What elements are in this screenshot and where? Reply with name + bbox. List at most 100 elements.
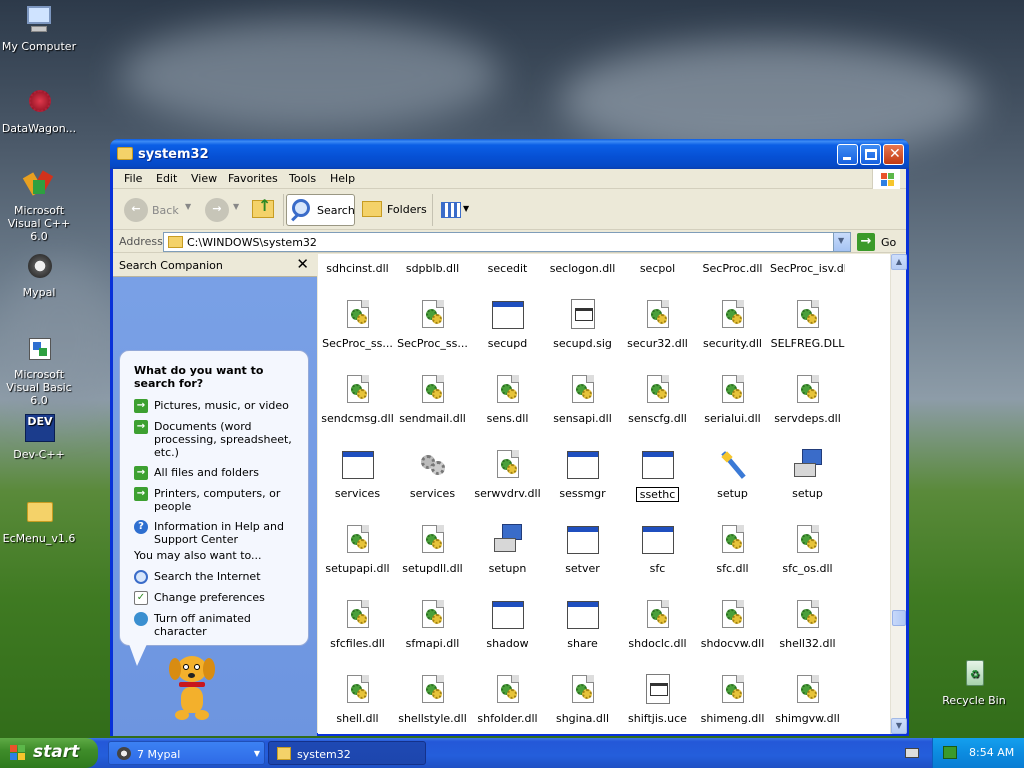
scroll-up-button[interactable]: ▲ bbox=[891, 254, 907, 270]
file-item[interactable]: setup bbox=[770, 449, 845, 500]
minimize-button[interactable] bbox=[837, 144, 858, 165]
search-companion-close-icon[interactable]: ✕ bbox=[296, 255, 309, 273]
menu-file[interactable]: File bbox=[124, 172, 142, 185]
go-button[interactable]: → Go bbox=[857, 233, 901, 251]
file-item[interactable]: sens.dll bbox=[470, 374, 545, 425]
file-item[interactable]: SecProc.dll bbox=[695, 254, 770, 275]
file-item[interactable]: shell32.dll bbox=[770, 599, 845, 650]
taskbar-item-mypal[interactable]: 7 Mypal ▼ bbox=[108, 741, 265, 765]
address-input[interactable]: C:\WINDOWS\system32 ▼ bbox=[163, 232, 851, 252]
file-item[interactable]: serwvdrv.dll bbox=[470, 449, 545, 500]
up-button[interactable]: ↑ bbox=[250, 194, 278, 226]
file-item[interactable]: shiftjis.uce bbox=[620, 674, 695, 725]
file-item[interactable]: sfmapi.dll bbox=[395, 599, 470, 650]
folders-button[interactable]: Folders bbox=[360, 194, 427, 226]
also-search-internet[interactable]: Search the Internet bbox=[134, 570, 306, 584]
desktop-icon-visual-cpp[interactable]: Microsoft Visual C++ 6.0 bbox=[0, 168, 78, 243]
title-bar[interactable]: system32 ✕ bbox=[110, 139, 909, 169]
file-item[interactable]: shdocvw.dll bbox=[695, 599, 770, 650]
file-item[interactable]: secedit bbox=[470, 254, 545, 275]
desktop-icon-my-computer[interactable]: My Computer bbox=[0, 4, 78, 53]
file-item[interactable]: sensapi.dll bbox=[545, 374, 620, 425]
start-button[interactable]: start bbox=[0, 738, 98, 768]
search-option-documents[interactable]: → Documents (word processing, spreadshee… bbox=[134, 420, 306, 459]
address-dropdown-button[interactable]: ▼ bbox=[833, 233, 850, 251]
taskbar-item-system32[interactable]: system32 bbox=[268, 741, 426, 765]
file-item[interactable]: SecProc_ss... bbox=[395, 299, 470, 350]
clock[interactable]: 8:54 AM bbox=[969, 746, 1014, 759]
file-item[interactable]: shimeng.dll bbox=[695, 674, 770, 725]
file-item[interactable]: serialui.dll bbox=[695, 374, 770, 425]
keyboard-icon[interactable] bbox=[905, 748, 919, 758]
file-item[interactable]: senscfg.dll bbox=[620, 374, 695, 425]
file-item[interactable]: ssethc bbox=[620, 449, 695, 505]
back-dropdown-icon[interactable]: ▼ bbox=[185, 202, 191, 211]
back-button[interactable]: ← Back bbox=[122, 194, 182, 226]
file-item[interactable]: secupd bbox=[470, 299, 545, 350]
file-item[interactable]: services bbox=[320, 449, 395, 500]
search-dog-character-icon[interactable] bbox=[163, 652, 223, 726]
file-item[interactable]: sfc.dll bbox=[695, 524, 770, 575]
menu-tools[interactable]: Tools bbox=[289, 172, 316, 185]
forward-dropdown-icon: ▼ bbox=[233, 202, 240, 211]
also-turn-off-character[interactable]: Turn off animated character bbox=[134, 612, 306, 638]
file-item[interactable]: setup bbox=[695, 449, 770, 500]
file-item[interactable]: secur32.dll bbox=[620, 299, 695, 350]
file-item[interactable]: sendcmsg.dll bbox=[320, 374, 395, 425]
desktop-icon-datawagon[interactable]: DataWagon... bbox=[0, 86, 78, 135]
views-button[interactable]: ▼ bbox=[439, 194, 473, 226]
menu-help[interactable]: Help bbox=[330, 172, 355, 185]
file-item[interactable]: shfolder.dll bbox=[470, 674, 545, 725]
vertical-scrollbar[interactable]: ▲ ▼ bbox=[890, 254, 907, 734]
file-item[interactable]: SecProc_isv.dll bbox=[770, 254, 845, 275]
file-item[interactable]: services bbox=[395, 449, 470, 500]
close-button[interactable]: ✕ bbox=[883, 144, 904, 165]
file-item[interactable]: sfc bbox=[620, 524, 695, 575]
file-item[interactable]: sfc_os.dll bbox=[770, 524, 845, 575]
file-item[interactable]: shgina.dll bbox=[545, 674, 620, 725]
also-change-preferences[interactable]: ✓ Change preferences bbox=[134, 591, 306, 605]
desktop-icon-recycle-bin[interactable]: ♻ Recycle Bin bbox=[935, 658, 1013, 707]
search-option-all-files[interactable]: → All files and folders bbox=[134, 466, 306, 480]
scroll-thumb[interactable] bbox=[892, 610, 906, 626]
file-item[interactable]: shadow bbox=[470, 599, 545, 650]
search-option-printers[interactable]: → Printers, computers, or people bbox=[134, 487, 306, 513]
menu-edit[interactable]: Edit bbox=[156, 172, 177, 185]
file-item[interactable]: share bbox=[545, 599, 620, 650]
file-item[interactable]: security.dll bbox=[695, 299, 770, 350]
file-item[interactable]: servdeps.dll bbox=[770, 374, 845, 425]
desktop-icon-mypal[interactable]: Mypal bbox=[0, 250, 78, 299]
desktop-icon-visual-basic[interactable]: Microsoft Visual Basic 6.0 bbox=[0, 332, 78, 407]
menu-view[interactable]: View bbox=[191, 172, 217, 185]
file-item[interactable]: sdhcinst.dll bbox=[320, 254, 395, 275]
forward-button[interactable]: → ▼ bbox=[203, 194, 243, 226]
file-item[interactable]: shell.dll bbox=[320, 674, 395, 725]
file-item[interactable]: shimgvw.dll bbox=[770, 674, 845, 725]
file-item[interactable]: shellstyle.dll bbox=[395, 674, 470, 725]
file-item[interactable]: seclogon.dll bbox=[545, 254, 620, 275]
file-item[interactable]: setver bbox=[545, 524, 620, 575]
search-option-help[interactable]: ? Information in Help and Support Center bbox=[134, 520, 306, 546]
network-icon[interactable] bbox=[943, 746, 957, 759]
mypal-icon bbox=[117, 747, 131, 760]
menu-favorites[interactable]: Favorites bbox=[228, 172, 278, 185]
file-item[interactable]: setupapi.dll bbox=[320, 524, 395, 575]
file-item[interactable]: sendmail.dll bbox=[395, 374, 470, 425]
maximize-button[interactable] bbox=[860, 144, 881, 165]
desktop-icon-ecmenu[interactable]: EcMenu_v1.6 bbox=[0, 496, 78, 545]
file-item[interactable]: shdoclc.dll bbox=[620, 599, 695, 650]
file-item[interactable]: sfcfiles.dll bbox=[320, 599, 395, 650]
file-item[interactable]: secpol bbox=[620, 254, 695, 275]
scroll-down-button[interactable]: ▼ bbox=[891, 718, 907, 734]
file-item[interactable]: SecProc_ss... bbox=[320, 299, 395, 350]
file-item[interactable]: SELFREG.DLL bbox=[770, 299, 845, 350]
search-option-pictures[interactable]: → Pictures, music, or video bbox=[134, 399, 306, 413]
desktop-icon-dev-cpp[interactable]: DEV Dev-C++ bbox=[0, 412, 78, 461]
file-item[interactable]: setupn bbox=[470, 524, 545, 575]
file-name: setupdll.dll bbox=[402, 562, 463, 575]
file-item[interactable]: sessmgr bbox=[545, 449, 620, 500]
file-item[interactable]: setupdll.dll bbox=[395, 524, 470, 575]
file-item[interactable]: sdpblb.dll bbox=[395, 254, 470, 275]
search-button[interactable]: Search bbox=[286, 194, 355, 226]
file-item[interactable]: secupd.sig bbox=[545, 299, 620, 350]
